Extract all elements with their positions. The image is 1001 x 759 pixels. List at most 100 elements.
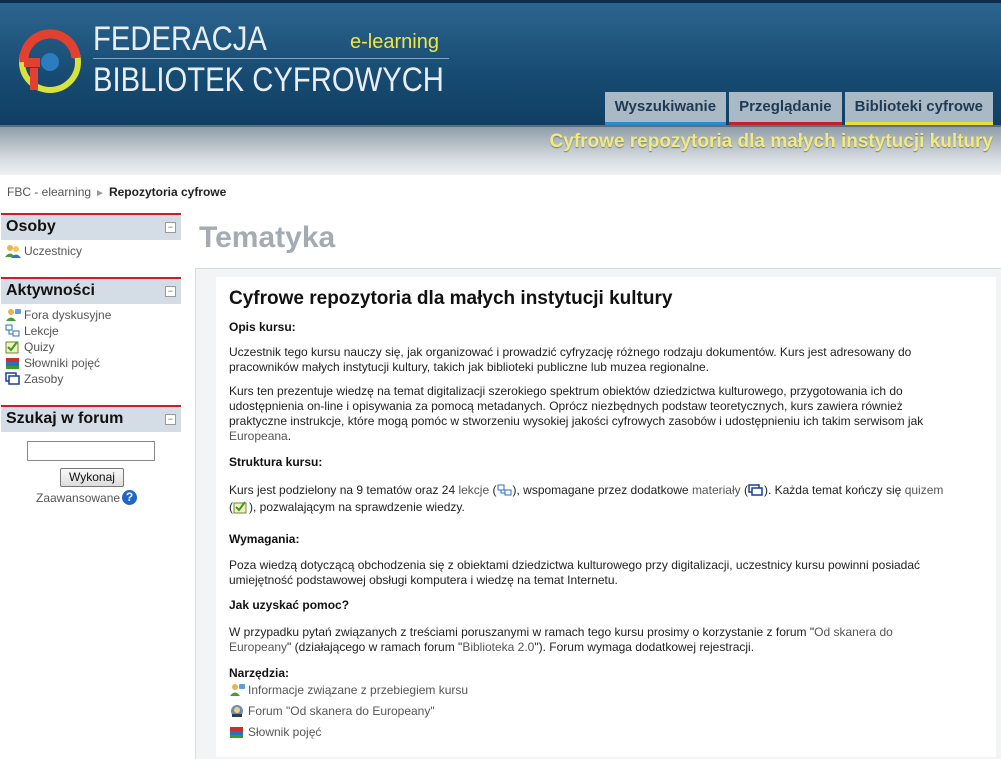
text-line: pracowników małych instytucji kultury, t… bbox=[229, 360, 710, 374]
course-title: Cyfrowe repozytoria dla małych instytucj… bbox=[229, 288, 673, 309]
resource-icon bbox=[5, 372, 20, 385]
text-line: praktyczne instrukcje, które mogą pomóc … bbox=[229, 414, 924, 428]
text-line: Kurs jest podzielony na 9 tematów oraz 2… bbox=[229, 483, 943, 498]
help-icon[interactable]: ? bbox=[122, 490, 138, 505]
logo-text-line1: FEDERACJA bbox=[93, 20, 267, 58]
collapse-icon[interactable]: − bbox=[165, 286, 176, 297]
block-osoby-list: Uczestnicy bbox=[1, 240, 181, 259]
sidebar-item-label: Uczestnicy bbox=[24, 244, 83, 258]
block-osoby-title: Osoby bbox=[6, 218, 56, 235]
header-top-line bbox=[0, 0, 1001, 3]
sidebar-item-lekcje[interactable]: Lekcje bbox=[5, 323, 181, 339]
text-line: Europeana. bbox=[229, 429, 923, 444]
block-aktywnosci-header: Aktywności − bbox=[1, 277, 181, 304]
breadcrumb-root-link[interactable]: FBC - elearning bbox=[7, 185, 91, 199]
biblioteka-forum-link[interactable]: Biblioteka 2.0 bbox=[462, 640, 534, 654]
text-line: W przypadku pytań związanych z treściami… bbox=[229, 625, 893, 640]
glossary-icon bbox=[6, 358, 19, 369]
forum-discussion-icon bbox=[231, 705, 243, 717]
opis-label: Opis kursu: bbox=[229, 320, 296, 334]
text-fragment: Kurs jest podzielony na 9 tematów oraz 2… bbox=[229, 483, 459, 497]
text-fragment: W przypadku pytań związanych z treściami… bbox=[229, 625, 815, 639]
narzedzia-label: Narzędzia: bbox=[229, 666, 290, 680]
sidebar-item-fora[interactable]: Fora dyskusyjne bbox=[5, 307, 181, 323]
struktura-paragraph: Kurs jest podzielony na 9 tematów oraz 2… bbox=[229, 483, 943, 515]
tab-przegladanie[interactable]: Przeglądanie bbox=[729, 92, 842, 125]
block-search-title: Szukaj w forum bbox=[6, 410, 124, 427]
block-search-header: Szukaj w forum − bbox=[1, 405, 181, 432]
block-aktywnosci-title: Aktywności bbox=[6, 282, 95, 299]
text-fragment: . bbox=[287, 429, 292, 443]
tool-item-glossary[interactable]: Słownik pojęć bbox=[229, 725, 321, 739]
subtitle-bar-line bbox=[0, 125, 1001, 127]
quiz-icon bbox=[5, 341, 19, 354]
logo-text-line2: BIBLIOTEK CYFROWYCH bbox=[93, 61, 444, 99]
forum-icon bbox=[6, 309, 21, 321]
sidebar-item-label: Quizy bbox=[24, 340, 55, 354]
text-line: (), pozwalającym na sprawdzenie wiedzy. bbox=[229, 500, 943, 515]
forum-link-line2[interactable]: Europeany bbox=[229, 640, 287, 654]
sidebar-item-label: Zasoby bbox=[24, 372, 64, 386]
resource-icon bbox=[748, 484, 763, 496]
sidebar-item-label: Słowniki pojęć bbox=[24, 356, 101, 370]
text-line: Poza wiedzą dotyczącą obchodzenia się z … bbox=[229, 558, 921, 572]
wymagania-paragraph: Poza wiedzą dotyczącą obchodzenia się z … bbox=[229, 558, 920, 588]
opis-paragraph-2: Kurs ten prezentuje wiedzę na temat digi… bbox=[229, 384, 923, 444]
tab-biblioteki-cyfrowe[interactable]: Biblioteki cyfrowe bbox=[844, 92, 993, 125]
course-summary-box: Cyfrowe repozytoria dla małych instytucj… bbox=[216, 277, 996, 757]
text-line: udostępnienia on-line i opisywania za po… bbox=[229, 399, 903, 413]
tool-item-label: Forum "Od skanera do Europeany" bbox=[248, 704, 435, 718]
text-fragment: ). Każda temat kończy się bbox=[763, 483, 905, 497]
text-fragment: ), pozwalającym na sprawdzenie wiedzy. bbox=[249, 500, 465, 514]
sidebar-item-label: Fora dyskusyjne bbox=[24, 308, 112, 322]
site-subtitle: Cyfrowe repozytoria dla małych instytucj… bbox=[549, 131, 993, 152]
materialy-link[interactable]: materiały bbox=[692, 483, 741, 498]
tab-wyszukiwanie[interactable]: Wyszukiwanie bbox=[604, 92, 727, 125]
logo-divider bbox=[93, 58, 449, 59]
text-fragment: ), wspomagane przez dodatkowe bbox=[512, 483, 692, 497]
search-button[interactable]: Wykonaj bbox=[60, 468, 124, 487]
collapse-icon[interactable]: − bbox=[165, 414, 176, 425]
text-fragment: ( bbox=[489, 483, 497, 497]
tool-item-label: Informacje związane z przebiegiem kursu bbox=[248, 683, 469, 697]
lesson-icon bbox=[497, 484, 511, 496]
main-panel: Cyfrowe repozytoria dla małych instytucj… bbox=[195, 268, 1001, 759]
tool-item-label: Słownik pojęć bbox=[248, 725, 322, 739]
advanced-search: Zaawansowane ? bbox=[36, 490, 138, 505]
quizem-link[interactable]: quizem bbox=[905, 483, 944, 498]
site-header: FEDERACJA BIBLIOTEK CYFROWYCH e-learning… bbox=[0, 0, 1001, 125]
collapse-icon[interactable]: − bbox=[165, 222, 176, 233]
pomoc-label: Jak uzyskać pomoc? bbox=[229, 598, 350, 612]
text-fragment: " (działającego w ramach forum " bbox=[287, 640, 463, 654]
breadcrumb-separator: ► bbox=[95, 188, 105, 199]
tool-item-forum[interactable]: Forum "Od skanera do Europeany" bbox=[229, 704, 435, 718]
sidebar-item-slowniki[interactable]: Słowniki pojęć bbox=[5, 355, 181, 371]
lekcje-link[interactable]: lekcje bbox=[458, 483, 489, 498]
tool-item-info[interactable]: Informacje związane z przebiegiem kursu bbox=[229, 683, 468, 697]
forum-search-input[interactable] bbox=[27, 441, 155, 461]
breadcrumb: FBC - elearning ► Repozytoria cyfrowe bbox=[7, 185, 226, 199]
text-line: umiejętność podstawowej obsługi komputer… bbox=[229, 573, 618, 587]
block-aktywnosci-list: Fora dyskusyjne Lekcje Quizy Słowniki po… bbox=[1, 304, 181, 387]
advanced-search-link[interactable]: Zaawansowane bbox=[36, 491, 120, 505]
sidebar-item-uczestnicy[interactable]: Uczestnicy bbox=[5, 243, 181, 259]
block-search-forum: Szukaj w forum − bbox=[1, 405, 181, 432]
users-icon bbox=[5, 245, 21, 258]
text-fragment: "). Forum wymaga dodatkowej rejestracji. bbox=[534, 640, 755, 654]
fbc-logo-icon[interactable] bbox=[14, 28, 82, 98]
block-aktywnosci: Aktywności − Fora dyskusyjne Lekcje Quiz… bbox=[1, 277, 181, 387]
forum-icon bbox=[230, 684, 245, 696]
subtitle-bar: Cyfrowe repozytoria dla małych instytucj… bbox=[0, 125, 1001, 175]
forum-link-line1[interactable]: Od skanera do bbox=[814, 625, 893, 639]
pomoc-paragraph: W przypadku pytań związanych z treściami… bbox=[229, 625, 893, 655]
block-osoby: Osoby − Uczestnicy bbox=[1, 213, 181, 259]
sidebar-item-zasoby[interactable]: Zasoby bbox=[5, 371, 181, 387]
page-title: Tematyka bbox=[199, 221, 336, 254]
sidebar-item-quizy[interactable]: Quizy bbox=[5, 339, 181, 355]
quiz-icon bbox=[233, 501, 247, 514]
breadcrumb-current: Repozytoria cyfrowe bbox=[108, 185, 227, 199]
opis-paragraph-1: Uczestnik tego kursu nauczy się, jak org… bbox=[229, 345, 911, 375]
europeana-link[interactable]: Europeana bbox=[229, 429, 288, 443]
block-osoby-header: Osoby − bbox=[1, 213, 181, 240]
glossary-icon bbox=[230, 727, 243, 738]
